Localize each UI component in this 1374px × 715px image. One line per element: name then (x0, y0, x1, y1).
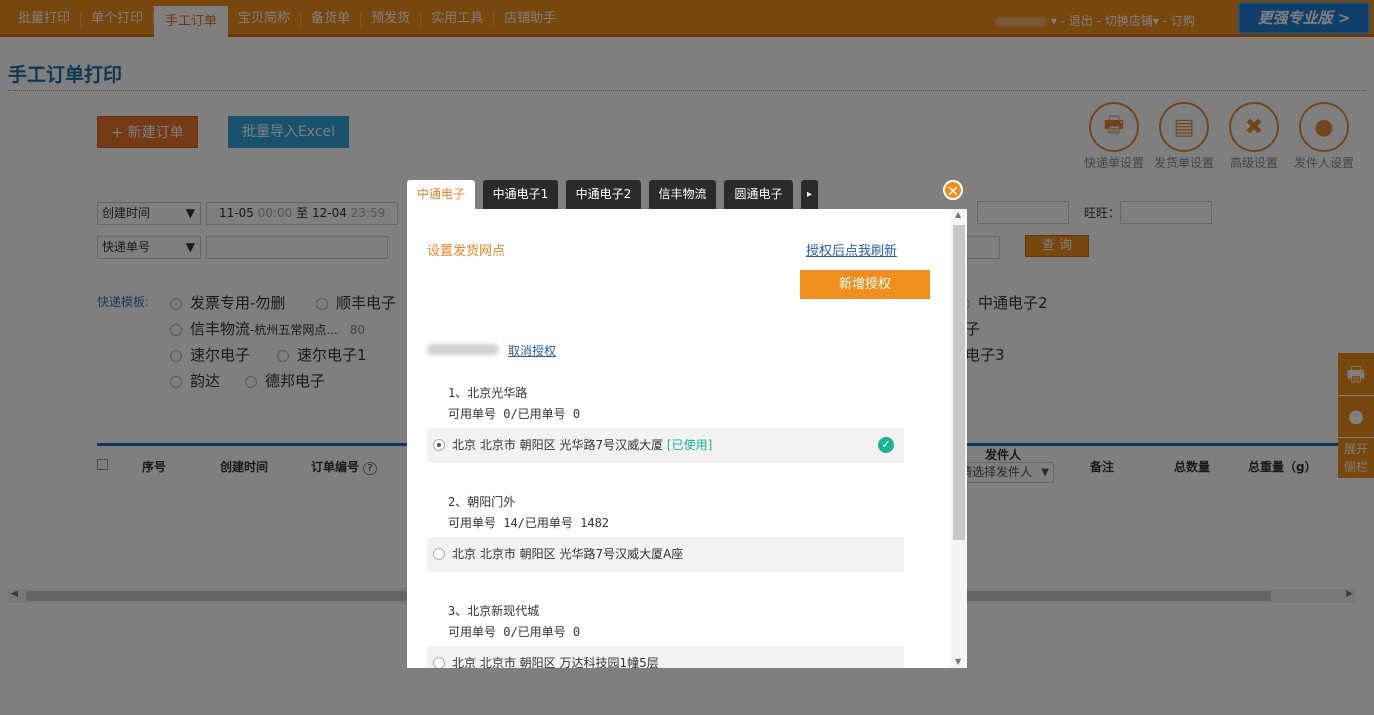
scroll-up-icon: ▲ (955, 210, 962, 219)
tab-zto-electronic[interactable]: 中通电子 (407, 180, 475, 209)
tab-xinfeng-logistics[interactable]: 信丰物流 (649, 180, 716, 209)
tab-yto-electronic[interactable]: 圆通电子 (724, 180, 793, 209)
site-stock: 可用单号 0/已用单号 0 (448, 625, 581, 639)
modal-title: 设置发货网点 (427, 244, 506, 259)
site-address-option[interactable]: 北京 北京市 朝阳区 光华路7号汉威大厦A座 (427, 537, 904, 572)
tabs-next-icon[interactable]: ▸ (801, 180, 818, 209)
site-name: 1、北京光华路 (448, 386, 528, 400)
modal-scrollbar[interactable]: ▲ ▼ (951, 209, 967, 668)
cancel-auth-link[interactable]: 取消授权 (508, 342, 556, 359)
scroll-down-icon: ▼ (955, 657, 962, 666)
site-settings-modal: 设置发货网点 授权后点我刷新 新增授权 取消授权 1、北京光华路 可用单号 0/… (407, 209, 967, 668)
radio-icon (433, 548, 445, 560)
close-icon[interactable]: ✕ (943, 180, 963, 200)
site-stock: 可用单号 14/已用单号 1482 (448, 516, 610, 530)
site-name: 2、朝阳门外 (448, 495, 516, 509)
radio-icon (433, 657, 445, 668)
site-address-option[interactable]: 北京 北京市 朝阳区 光华路7号汉威大厦 [已使用] ✓ (427, 428, 904, 463)
site-address-option[interactable]: 北京 北京市 朝阳区 万达科技园1幢5层 (427, 646, 904, 668)
tab-zto-electronic-2[interactable]: 中通电子2 (566, 180, 641, 209)
check-icon: ✓ (878, 437, 894, 453)
site-stock: 可用单号 0/已用单号 0 (448, 407, 581, 421)
tab-zto-electronic-1[interactable]: 中通电子1 (483, 180, 558, 209)
refresh-link[interactable]: 授权后点我刷新 (806, 240, 897, 259)
radio-selected-icon (433, 439, 445, 451)
site-name: 3、北京新现代城 (448, 604, 540, 618)
new-auth-button[interactable]: 新增授权 (800, 270, 930, 299)
account-name-blurred (427, 344, 499, 355)
